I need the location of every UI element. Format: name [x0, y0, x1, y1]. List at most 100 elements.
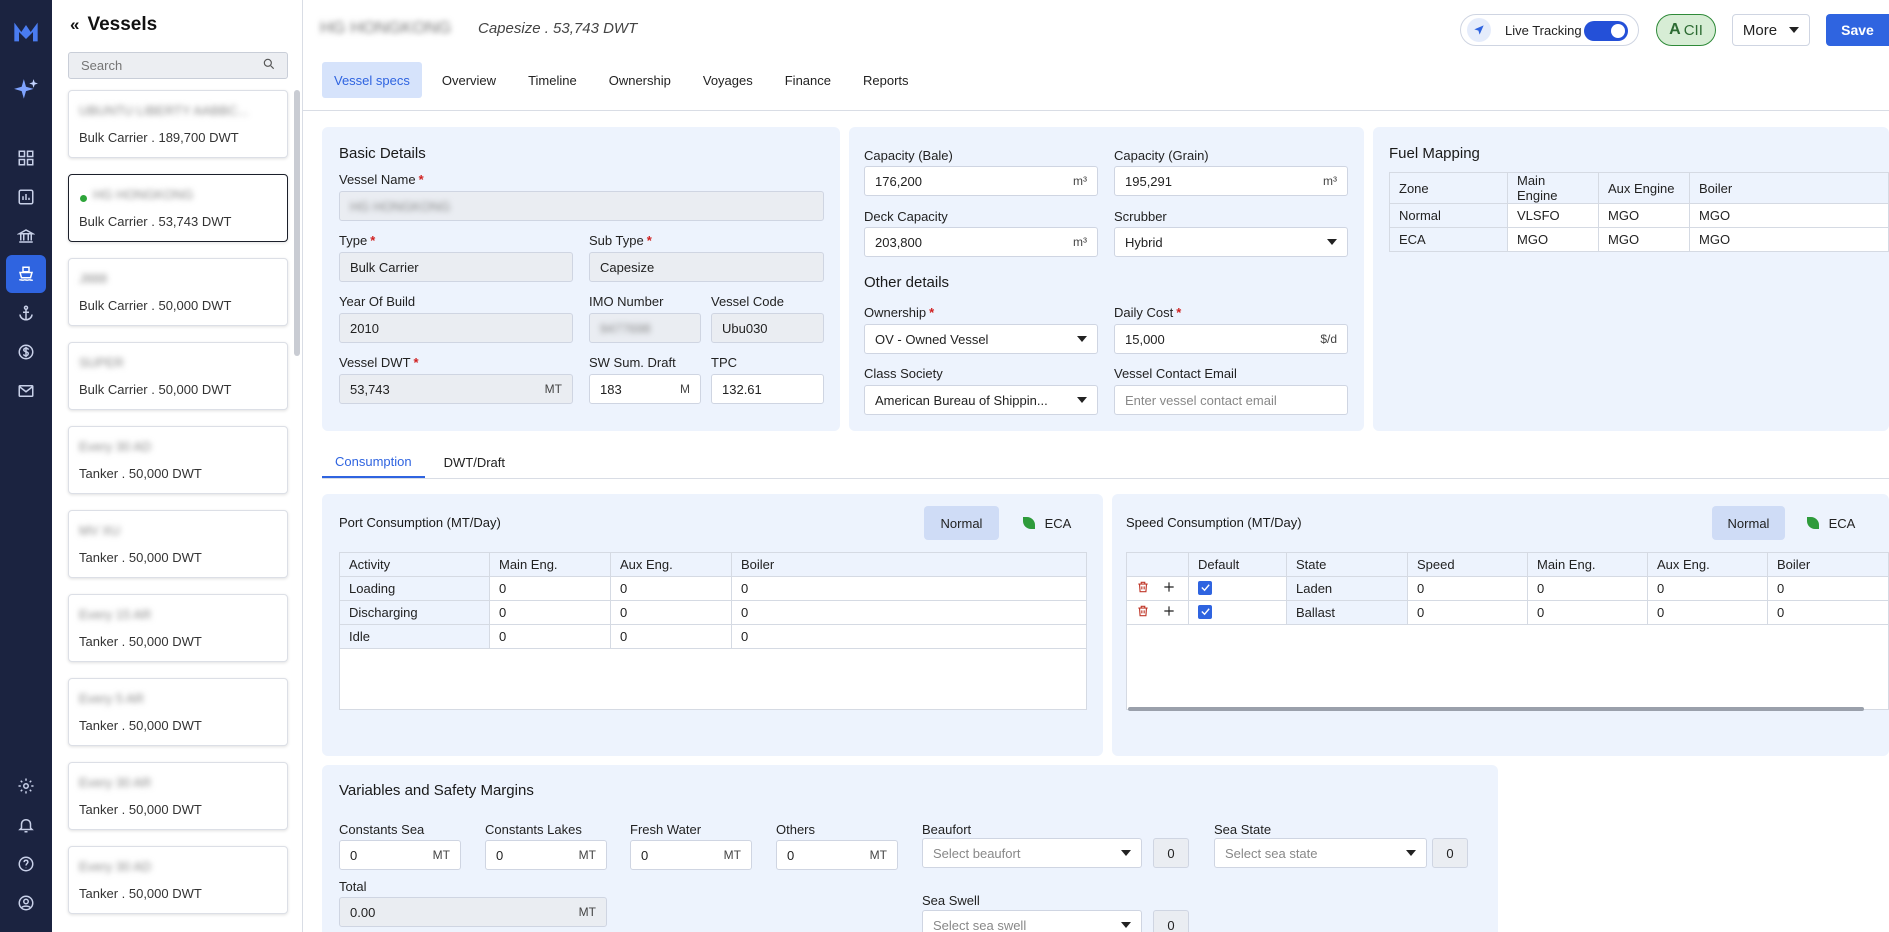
daily-cost-unit: $/d	[1320, 332, 1337, 346]
tab-overview[interactable]: Overview	[430, 62, 508, 98]
table-cell[interactable]: 0	[610, 576, 732, 601]
table-cell[interactable]: 0	[1647, 576, 1768, 601]
vessel-card[interactable]: Every 15 AR Tanker . 50,000 DWT	[68, 594, 288, 662]
table-cell[interactable]: 0	[610, 624, 732, 649]
cii-badge[interactable]: A CII	[1656, 14, 1716, 46]
tab-vessel-specs[interactable]: Vessel specs	[322, 62, 422, 98]
sea-state-select[interactable]: Select sea state	[1214, 838, 1427, 868]
tab-dwt-draft[interactable]: DWT/Draft	[431, 446, 518, 478]
port-eca-button[interactable]: ECA	[1012, 506, 1082, 540]
vessel-card[interactable]: Every 5 AR Tanker . 50,000 DWT	[68, 678, 288, 746]
vessel-card[interactable]: SUPER Bulk Carrier . 50,000 DWT	[68, 342, 288, 410]
tab-voyages[interactable]: Voyages	[691, 62, 765, 98]
speed-eca-button[interactable]: ECA	[1796, 506, 1866, 540]
vessel-list-scrollbar[interactable]	[294, 90, 300, 356]
scrubber-select[interactable]: Hybrid	[1114, 227, 1348, 257]
subtype-label: Sub Type *	[589, 233, 652, 248]
live-tracking-toggle[interactable]	[1584, 21, 1628, 41]
imo-number-field[interactable]: 9477698	[589, 313, 701, 343]
total-field[interactable]: 0.00 MT	[339, 897, 607, 927]
vessel-card[interactable]: MV XU Tanker . 50,000 DWT	[68, 510, 288, 578]
tab-timeline[interactable]: Timeline	[516, 62, 589, 98]
table-cell[interactable]: 0	[489, 576, 611, 601]
vessel-card[interactable]: Every 30 AR Tanker . 50,000 DWT	[68, 762, 288, 830]
sea-swell-select[interactable]: Select sea swell	[922, 910, 1142, 932]
constants-sea-field[interactable]: 0 MT	[339, 840, 461, 870]
capacity-grain-field[interactable]: 195,291 m³	[1114, 166, 1348, 196]
dollar-icon[interactable]	[14, 340, 38, 364]
tpc-field[interactable]: 132.61	[711, 374, 824, 404]
ai-sparkle-icon[interactable]	[12, 76, 40, 104]
fresh-water-unit: MT	[723, 848, 741, 862]
user-icon[interactable]	[14, 891, 38, 915]
save-button[interactable]: Save	[1826, 14, 1889, 46]
beaufort-select[interactable]: Select beaufort	[922, 838, 1142, 868]
table-cell[interactable]: 0	[1527, 576, 1648, 601]
tab-ownership[interactable]: Ownership	[597, 62, 683, 98]
vessel-card[interactable]: Every 30 AD Tanker . 50,000 DWT	[68, 426, 288, 494]
trash-icon[interactable]	[1136, 581, 1150, 597]
vessel-card[interactable]: UBUNTU LIBERTY AABBC... Bulk Carrier . 18…	[68, 90, 288, 158]
bell-icon[interactable]	[14, 813, 38, 837]
default-checkbox[interactable]	[1198, 604, 1212, 619]
table-cell[interactable]: 0	[489, 624, 611, 649]
settings-icon[interactable]	[14, 774, 38, 798]
type-field[interactable]: Bulk Carrier	[339, 252, 573, 282]
bank-icon[interactable]	[14, 224, 38, 248]
table-cell[interactable]: 0	[1407, 600, 1528, 625]
table-cell[interactable]: 0	[610, 600, 732, 625]
default-checkbox[interactable]	[1198, 580, 1212, 595]
table-cell[interactable]: 0	[731, 576, 1087, 601]
fresh-water-field[interactable]: 0 MT	[630, 840, 752, 870]
vessel-search-input[interactable]	[68, 52, 288, 79]
port-normal-button[interactable]: Normal	[924, 506, 999, 540]
daily-cost-field[interactable]: 15,000 $/d	[1114, 324, 1348, 354]
table-cell[interactable]: 0	[731, 624, 1087, 649]
tab-finance[interactable]: Finance	[773, 62, 843, 98]
mail-icon[interactable]	[14, 379, 38, 403]
subtype-field[interactable]: Capesize	[589, 252, 824, 282]
anchor-icon[interactable]	[14, 301, 38, 325]
table-cell[interactable]: 0	[1647, 600, 1768, 625]
table-cell[interactable]: 0	[489, 600, 611, 625]
search-icon[interactable]	[262, 57, 278, 73]
more-button[interactable]: More	[1732, 14, 1810, 46]
trash-icon[interactable]	[1136, 605, 1150, 621]
year-of-build-field[interactable]: 2010	[339, 313, 573, 343]
table-cell[interactable]: 0	[731, 600, 1087, 625]
table-cell[interactable]: 0	[1767, 600, 1889, 625]
logo-icon[interactable]	[12, 18, 40, 46]
sw-draft-field[interactable]: 183 M	[589, 374, 701, 404]
analytics-icon[interactable]	[14, 185, 38, 209]
vessel-email-field[interactable]: Enter vessel contact email	[1114, 385, 1348, 415]
class-society-select[interactable]: American Bureau of Shippin...	[864, 385, 1098, 415]
vessel-card[interactable]: J888 Bulk Carrier . 50,000 DWT	[68, 258, 288, 326]
tab-consumption[interactable]: Consumption	[322, 446, 425, 478]
tab-reports[interactable]: Reports	[851, 62, 921, 98]
collapse-icon[interactable]: «	[70, 15, 79, 35]
speed-normal-button[interactable]: Normal	[1712, 506, 1785, 540]
dashboard-icon[interactable]	[14, 146, 38, 170]
vessel-card[interactable]: Every 30 AD Tanker . 50,000 DWT	[68, 846, 288, 914]
table-cell[interactable]: 0	[1527, 600, 1648, 625]
vessel-dwt-field[interactable]: 53,743 MT	[339, 374, 573, 404]
speed-table-scrollbar[interactable]	[1128, 707, 1864, 711]
vessel-card-sub: Tanker . 50,000 DWT	[79, 886, 202, 901]
constants-lakes-field[interactable]: 0 MT	[485, 840, 607, 870]
ship-icon[interactable]	[6, 255, 46, 293]
beaufort-placeholder: Select beaufort	[933, 845, 1021, 861]
vessel-card-selected[interactable]: HG HONGKONG Bulk Carrier . 53,743 DWT	[68, 174, 288, 242]
capacity-bale-field[interactable]: 176,200 m³	[864, 166, 1098, 196]
navigation-arrow-icon	[1467, 18, 1491, 42]
others-field[interactable]: 0 MT	[776, 840, 898, 870]
plus-icon[interactable]	[1162, 582, 1176, 597]
help-icon[interactable]	[14, 852, 38, 876]
ownership-select[interactable]: OV - Owned Vessel	[864, 324, 1098, 354]
table-row: Idle 0 0 0	[339, 624, 1087, 649]
table-cell[interactable]: 0	[1767, 576, 1889, 601]
table-cell[interactable]: 0	[1407, 576, 1528, 601]
vessel-code-field[interactable]: Ubu030	[711, 313, 824, 343]
vessel-name-field[interactable]: HG HONGKONG	[339, 191, 824, 221]
deck-capacity-field[interactable]: 203,800 m³	[864, 227, 1098, 257]
plus-icon[interactable]	[1162, 606, 1176, 621]
